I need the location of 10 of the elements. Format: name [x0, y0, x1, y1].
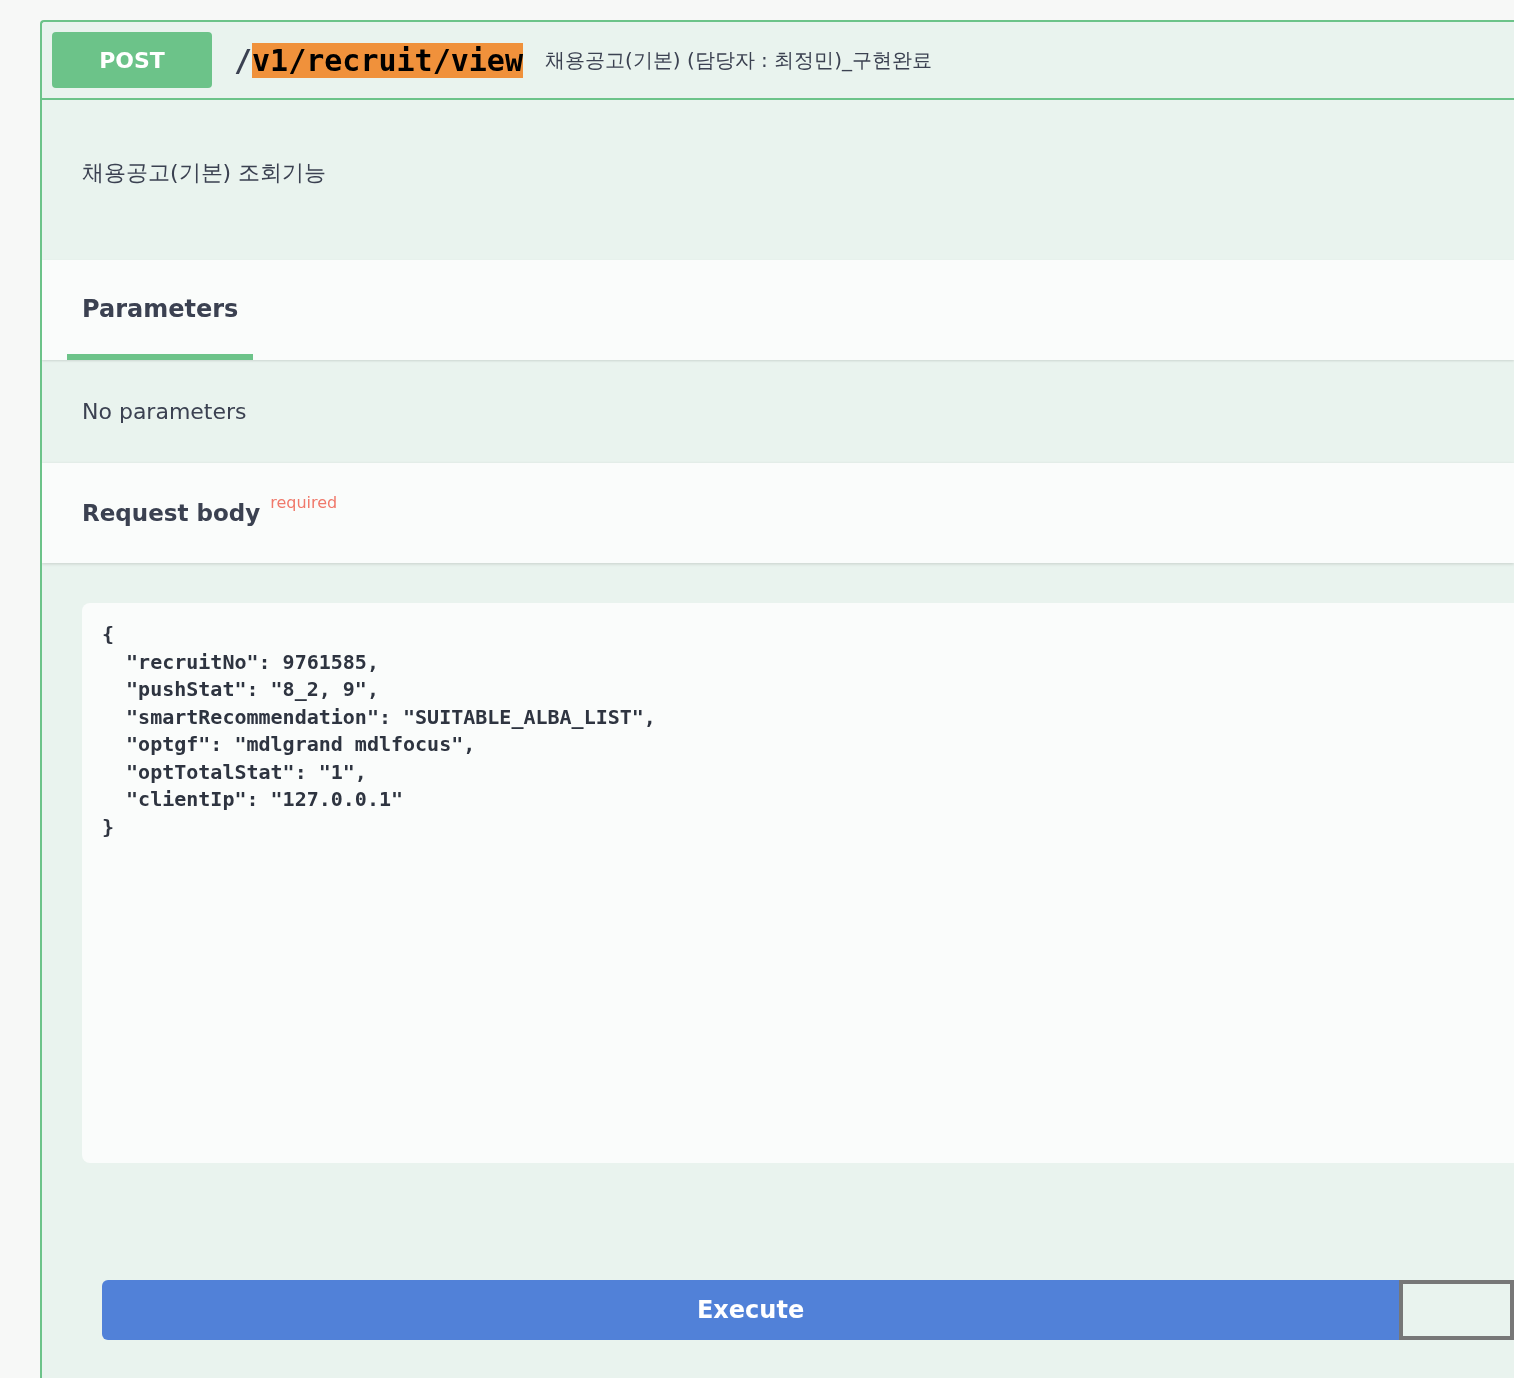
request-body-editor[interactable]: { "recruitNo": 9761585, "pushStat": "8_2, 9", "smartRecommendation": "SUITABLE_ALBA_LIST", "optgf": "mdlgrand mdlfocus", "optTotalStat": "1", "clientIp": "127.0.0.1" }: [82, 603, 1514, 1163]
tab[interactable]: Parameters: [67, 264, 254, 360]
no-parameters-text: No parameters: [82, 398, 247, 426]
operation-summary: 채용공고(기본) (담당자 : 최정민)_구현완료: [545, 47, 933, 74]
execute-button[interactable]: Execute: [102, 1280, 1400, 1340]
required-label: required: [270, 492, 338, 514]
request-body-title: Request body: [82, 498, 261, 528]
method-badge: POST: [52, 32, 212, 88]
operation-description: 채용공고(기본) 조회기능: [82, 159, 328, 187]
secondary-button[interactable]: [1399, 1280, 1514, 1340]
